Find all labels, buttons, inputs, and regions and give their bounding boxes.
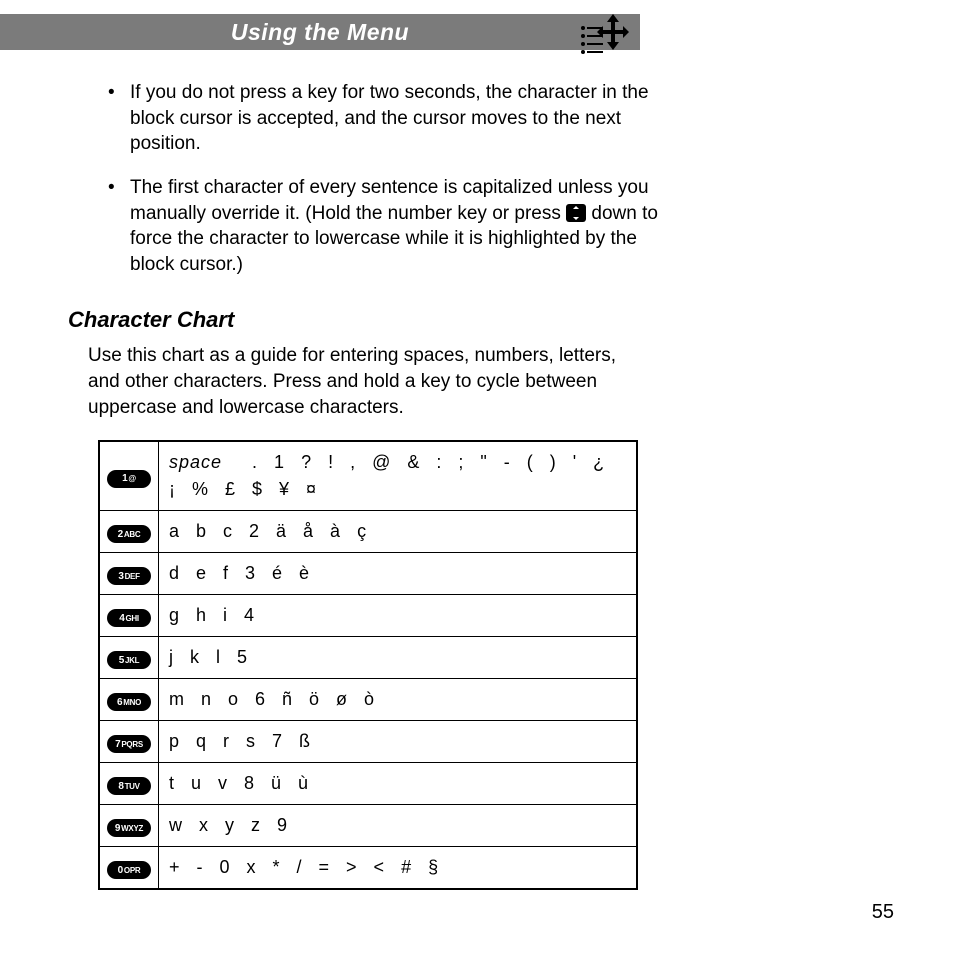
table-row: 1@ space . 1 ? ! , @ & : ; " - ( ) ' ¿ ¡ … <box>99 441 637 511</box>
phone-key-icon: 9WXYZ <box>107 819 151 837</box>
bullet-item: The first character of every sentence is… <box>108 175 678 278</box>
table-row: 0OPR + - 0 x * / = > < # § <box>99 847 637 890</box>
phone-key-icon: 6MNO <box>107 693 151 711</box>
phone-key-icon: 4GHI <box>107 609 151 627</box>
key-cell: 3DEF <box>99 553 159 595</box>
menu-navigate-icon <box>575 14 630 54</box>
phone-key-icon: 8TUV <box>107 777 151 795</box>
key-cell: 9WXYZ <box>99 805 159 847</box>
character-chart-table: 1@ space . 1 ? ! , @ & : ; " - ( ) ' ¿ ¡ … <box>98 440 638 890</box>
chars-cell: + - 0 x * / = > < # § <box>159 847 638 890</box>
table-row: 7PQRS p q r s 7 ß <box>99 721 637 763</box>
chars-cell: d e f 3 é è <box>159 553 638 595</box>
chars-cell: space . 1 ? ! , @ & : ; " - ( ) ' ¿ ¡ % … <box>159 441 638 511</box>
section-heading: Character Chart <box>68 307 678 333</box>
table-row: 3DEF d e f 3 é è <box>99 553 637 595</box>
chars-cell: a b c 2 ä å à ç <box>159 511 638 553</box>
key-cell: 2ABC <box>99 511 159 553</box>
key-cell: 4GHI <box>99 595 159 637</box>
chars-cell: p q r s 7 ß <box>159 721 638 763</box>
table-row: 9WXYZ w x y z 9 <box>99 805 637 847</box>
chars-cell: m n o 6 ñ ö ø ò <box>159 679 638 721</box>
phone-key-icon: 7PQRS <box>107 735 151 753</box>
table-row: 2ABC a b c 2 ä å à ç <box>99 511 637 553</box>
updown-key-icon <box>566 204 586 222</box>
phone-key-icon: 2ABC <box>107 525 151 543</box>
chars-cell: t u v 8 ü ù <box>159 763 638 805</box>
chars-cell: g h i 4 <box>159 595 638 637</box>
chars-cell: j k l 5 <box>159 637 638 679</box>
bullet-item: If you do not press a key for two second… <box>108 80 678 157</box>
header-title: Using the Menu <box>231 19 409 46</box>
key-cell: 1@ <box>99 441 159 511</box>
header-bar: Using the Menu <box>0 14 640 50</box>
table-row: 8TUV t u v 8 ü ù <box>99 763 637 805</box>
key-cell: 8TUV <box>99 763 159 805</box>
table-row: 5JKL j k l 5 <box>99 637 637 679</box>
table-row: 4GHI g h i 4 <box>99 595 637 637</box>
phone-key-icon: 0OPR <box>107 861 151 879</box>
phone-key-icon: 1@ <box>107 470 151 488</box>
section-intro: Use this chart as a guide for entering s… <box>88 343 648 420</box>
key-cell: 5JKL <box>99 637 159 679</box>
chars-cell: w x y z 9 <box>159 805 638 847</box>
bullet-list: If you do not press a key for two second… <box>108 80 678 277</box>
key-cell: 0OPR <box>99 847 159 890</box>
phone-key-icon: 3DEF <box>107 567 151 585</box>
key-cell: 7PQRS <box>99 721 159 763</box>
phone-key-icon: 5JKL <box>107 651 151 669</box>
table-row: 6MNO m n o 6 ñ ö ø ò <box>99 679 637 721</box>
page-number: 55 <box>872 901 894 924</box>
key-cell: 6MNO <box>99 679 159 721</box>
